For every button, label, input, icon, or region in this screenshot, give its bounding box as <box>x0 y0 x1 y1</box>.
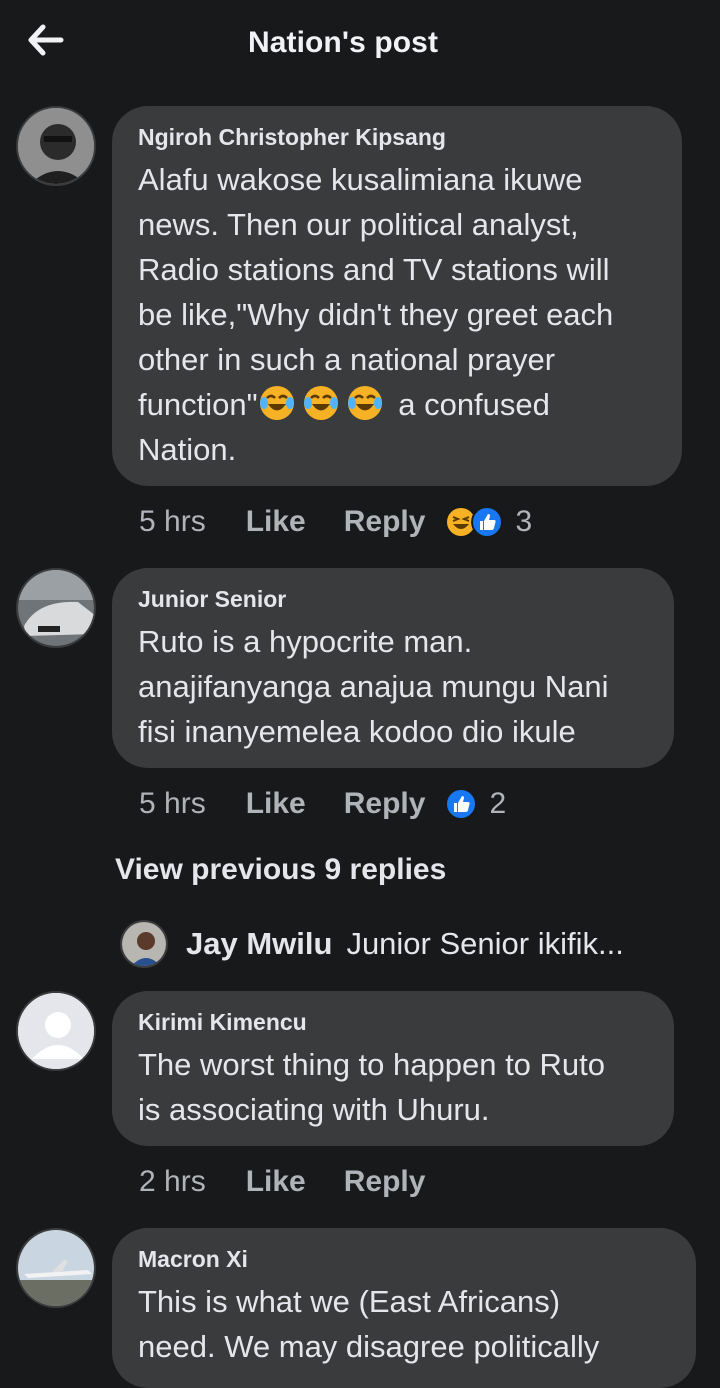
comment-bubble[interactable]: Ngiroh Christopher Kipsang Alafu wakose … <box>112 106 682 486</box>
comment-line: other in such a national prayer <box>138 342 556 377</box>
comment-actions: 5 hrs Like Reply 3 <box>139 502 532 542</box>
comment-actions: 5 hrs Like Reply 2 <box>139 784 506 824</box>
like-reaction-icon <box>445 788 478 820</box>
comment-bubble[interactable]: Macron Xi This is what we (East Africans… <box>112 1228 696 1388</box>
comment-line: fisi inanyemelea kodoo dio ikule <box>138 714 576 749</box>
comment-line: news. Then our political analyst, <box>138 207 579 242</box>
comment-author[interactable]: Ngiroh Christopher Kipsang <box>138 124 656 151</box>
comment-line: function" a confused <box>138 382 656 427</box>
comment-time[interactable]: 5 hrs <box>139 505 206 539</box>
tears-of-joy-emoji-icon <box>347 386 382 420</box>
car-avatar-icon <box>18 570 94 646</box>
view-previous-replies-link[interactable]: View previous 9 replies <box>115 853 446 887</box>
comment-text: Alafu wakose kusalimiana ikuwe news. The… <box>138 157 656 472</box>
comment-line: need. We may disagree politically <box>138 1329 600 1364</box>
person-avatar-icon <box>18 108 94 184</box>
comment-line: Nation. <box>138 432 237 467</box>
avatar[interactable] <box>16 106 96 186</box>
comment-text: Ruto is a hypocrite man. anajifanyanga a… <box>138 619 648 754</box>
reaction-summary[interactable]: 2 <box>445 787 506 821</box>
comment-line: be like,"Why didn't they greet each <box>138 297 614 332</box>
reaction-summary[interactable]: 3 <box>445 505 532 539</box>
comment-line: anajifanyanga anajua mungu Nani <box>138 669 609 704</box>
like-button[interactable]: Like <box>246 505 306 539</box>
comment-text: The worst thing to happen to Ruto is ass… <box>138 1042 648 1132</box>
comment-line-part: a confused <box>398 387 550 422</box>
top-bar: Nation's post <box>0 0 720 92</box>
comment-actions: 2 hrs Like Reply <box>139 1162 463 1202</box>
avatar[interactable] <box>16 568 96 648</box>
reply-button[interactable]: Reply <box>344 1165 426 1199</box>
comment-line: Ruto is a hypocrite man. <box>138 624 473 659</box>
person-avatar-icon <box>122 922 166 966</box>
avatar <box>120 920 168 968</box>
avatar[interactable] <box>16 991 96 1071</box>
default-avatar-icon <box>18 993 94 1069</box>
like-button[interactable]: Like <box>246 787 306 821</box>
comment-line: The worst thing to happen to Ruto <box>138 1047 606 1082</box>
comment-line: is associating with Uhuru. <box>138 1092 490 1127</box>
reaction-count: 3 <box>515 505 533 538</box>
tears-of-joy-emoji-icon <box>259 386 294 420</box>
comment-line: This is what we (East Africans) <box>138 1284 561 1319</box>
comment-time[interactable]: 5 hrs <box>139 787 206 821</box>
reply-button[interactable]: Reply <box>344 505 426 539</box>
like-reaction-icon <box>471 506 504 538</box>
comment-line-part: function" <box>138 387 258 422</box>
reaction-count: 2 <box>489 787 507 820</box>
reply-author: Jay Mwilu <box>186 926 333 961</box>
airplane-avatar-icon <box>18 1230 94 1306</box>
like-button[interactable]: Like <box>246 1165 306 1199</box>
comment-author[interactable]: Junior Senior <box>138 586 648 613</box>
page-title: Nation's post <box>247 26 439 59</box>
comment-line: Radio stations and TV stations will <box>138 252 610 287</box>
comment-bubble[interactable]: Kirimi Kimencu The worst thing to happen… <box>112 991 674 1146</box>
comment-author[interactable]: Macron Xi <box>138 1246 670 1273</box>
tears-of-joy-emoji-icon <box>303 386 338 420</box>
reply-button[interactable]: Reply <box>344 787 426 821</box>
comment-time[interactable]: 2 hrs <box>139 1165 206 1199</box>
comment-bubble[interactable]: Junior Senior Ruto is a hypocrite man. a… <box>112 568 674 768</box>
comment-line: Alafu wakose kusalimiana ikuwe <box>138 162 583 197</box>
reply-preview[interactable]: Jay Mwilu Junior Senior ikifik... <box>120 920 680 968</box>
avatar[interactable] <box>16 1228 96 1308</box>
reply-snippet: Junior Senior ikifik... <box>346 926 624 961</box>
comment-text: This is what we (East Africans) need. We… <box>138 1279 670 1369</box>
comment-author[interactable]: Kirimi Kimencu <box>138 1009 648 1036</box>
